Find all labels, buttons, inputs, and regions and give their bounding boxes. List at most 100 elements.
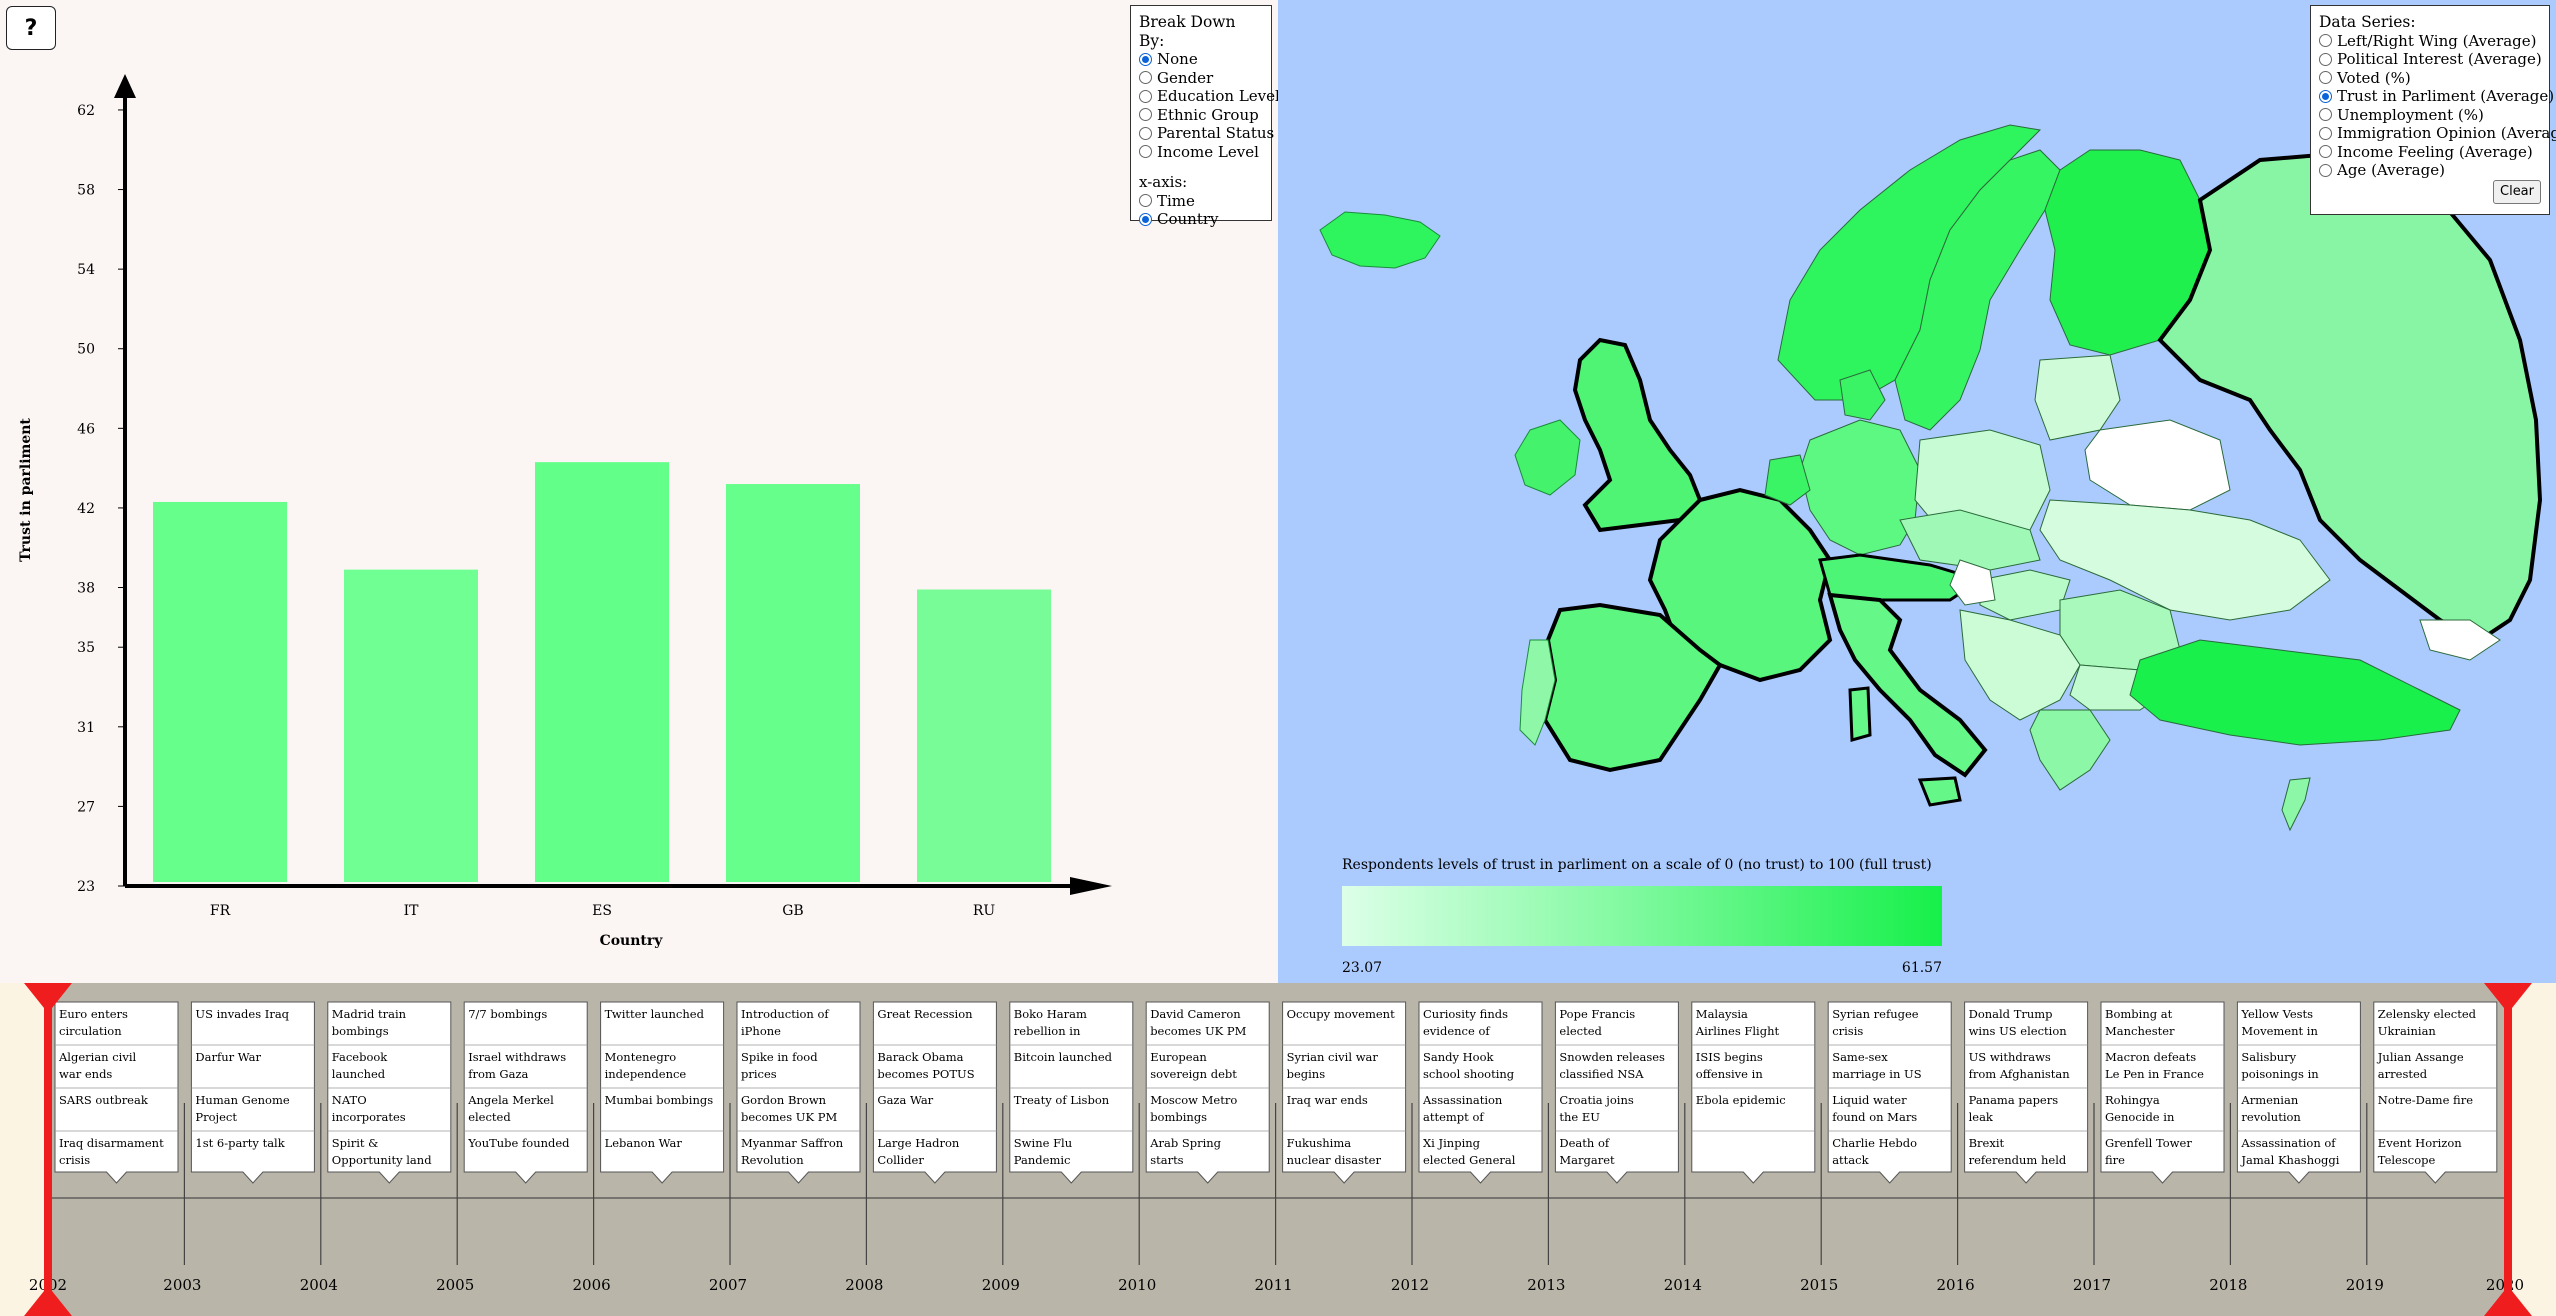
data-series-option-trust-in-parliment-average[interactable]: Trust in Parliment (Average) (2319, 87, 2554, 106)
event-text[interactable]: Great Recession (877, 1007, 973, 1021)
event-text[interactable]: Twitter launched (605, 1007, 705, 1021)
event-text[interactable]: attempt of (1423, 1110, 1484, 1124)
event-text[interactable]: Curiosity finds (1423, 1007, 1508, 1021)
event-text[interactable]: Malaysia (1696, 1007, 1748, 1021)
event-text[interactable]: elected General (1423, 1153, 1516, 1167)
timeline[interactable]: 2002200320042005200620072008200920102011… (0, 983, 2556, 1316)
event-text[interactable]: Rohingya (2105, 1093, 2160, 1107)
event-text[interactable]: Le Pen in France (2105, 1067, 2204, 1081)
data-series-option-income-feeling-average[interactable]: Income Feeling (Average) (2319, 143, 2541, 162)
event-text[interactable]: Ebola epidemic (1696, 1093, 1786, 1107)
country-greece[interactable] (2029, 709, 2111, 791)
xaxis-option-country[interactable]: Country (1139, 210, 1263, 229)
event-text[interactable]: Opportunity land (332, 1153, 432, 1167)
event-card-2019[interactable]: Zelensky elected Ukrainian Julian Assange a… (2373, 1001, 2498, 1184)
event-text[interactable]: Mumbai bombings (605, 1093, 714, 1107)
event-text[interactable]: Occupy movement (1287, 1007, 1395, 1021)
event-text[interactable]: Euro enters (59, 1007, 128, 1021)
event-text[interactable]: Swine Flu (1014, 1136, 1072, 1150)
bar-ru[interactable] (917, 589, 1051, 882)
country-sicily[interactable] (1917, 776, 1962, 807)
breakdown-option-gender[interactable]: Gender (1139, 69, 1263, 88)
event-text[interactable]: Moscow Metro (1150, 1093, 1237, 1107)
event-card-2011[interactable]: Occupy movement Syrian civil war begins Ira… (1282, 1001, 1407, 1184)
event-text[interactable]: Human Genome (195, 1093, 289, 1107)
event-card-2015[interactable]: Syrian refugee crisis Same-sex marriage in … (1827, 1001, 1952, 1184)
radio-button[interactable] (2319, 71, 2332, 85)
event-text[interactable]: Donald Trump (1969, 1007, 2053, 1021)
breakdown-option-education-level[interactable]: Education Level (1139, 87, 1280, 106)
event-text[interactable]: the EU (1559, 1110, 1600, 1124)
data-series-option-immigration-opinion-average[interactable]: Immigration Opinion (Average) (2319, 124, 2556, 143)
event-card-2012[interactable]: Curiosity finds evidence of Sandy Hook scho… (1418, 1001, 1543, 1184)
event-text[interactable]: Salisbury (2241, 1050, 2296, 1064)
event-text[interactable]: becomes UK PM (1150, 1024, 1246, 1038)
bar-gb[interactable] (726, 484, 860, 882)
event-text[interactable]: Event Horizon (2378, 1136, 2462, 1150)
radio-button[interactable] (1139, 108, 1152, 122)
event-card-2008[interactable]: Great Recession Barack Obama becomes POTUS… (872, 1001, 997, 1184)
event-text[interactable]: Madrid train (332, 1007, 407, 1021)
event-card-2005[interactable]: 7/7 bombings Israel withdraws from Gaza Ang… (463, 1001, 588, 1184)
event-text[interactable]: becomes UK PM (741, 1110, 837, 1124)
event-text[interactable]: marriage in US (1832, 1067, 1922, 1081)
event-text[interactable]: Treaty of Lisbon (1014, 1093, 1110, 1107)
event-text[interactable]: Spirit & (332, 1136, 379, 1150)
event-text[interactable]: SARS outbreak (59, 1093, 149, 1107)
event-card-2018[interactable]: Yellow Vests Movement in Salisbury poisonin… (2236, 1001, 2361, 1184)
event-text[interactable]: Jamal Khashoggi (2240, 1153, 2339, 1167)
event-text[interactable]: fire (2105, 1153, 2125, 1167)
country-ireland[interactable] (1514, 419, 1581, 496)
data-series-option-left-right-wing-average[interactable]: Left/Right Wing (Average) (2319, 32, 2541, 51)
event-card-2013[interactable]: Pope Francis elected Snowden releases class… (1554, 1001, 1679, 1184)
event-text[interactable]: Syrian refugee (1832, 1007, 1919, 1021)
event-text[interactable]: Arab Spring (1149, 1136, 1221, 1150)
event-text[interactable]: Collider (877, 1153, 924, 1167)
event-text[interactable]: begins (1287, 1067, 1326, 1081)
event-text[interactable]: European (1150, 1050, 1207, 1064)
country-germany[interactable] (1799, 419, 1921, 556)
event-text[interactable]: poisonings in (2241, 1067, 2319, 1081)
event-text[interactable]: Croatia joins (1559, 1093, 1633, 1107)
event-text[interactable]: Brexit (1969, 1136, 2005, 1150)
event-text[interactable]: rebellion in (1014, 1024, 1081, 1038)
event-card-2016[interactable]: Donald Trump wins US election US withdraws… (1964, 1001, 2089, 1184)
event-text[interactable]: Facebook (332, 1050, 389, 1064)
event-text[interactable]: becomes POTUS (877, 1067, 974, 1081)
bar-it[interactable] (344, 569, 478, 882)
event-text[interactable]: Gaza War (877, 1093, 933, 1107)
radio-button[interactable] (2319, 108, 2332, 122)
data-series-option-voted[interactable]: Voted (%) (2319, 69, 2541, 88)
event-text[interactable]: elected (468, 1110, 511, 1124)
event-text[interactable]: ISIS begins (1696, 1050, 1763, 1064)
event-card-2004[interactable]: Madrid train bombings Facebook launched NATO… (327, 1001, 452, 1184)
radio-button[interactable] (1139, 52, 1152, 66)
event-text[interactable]: Panama papers (1969, 1093, 2059, 1107)
country-sardinia[interactable] (1848, 686, 1872, 742)
xaxis-option-time[interactable]: Time (1139, 192, 1263, 211)
event-text[interactable]: crisis (1832, 1024, 1863, 1038)
event-text[interactable]: 7/7 bombings (468, 1007, 547, 1021)
event-text[interactable]: Pandemic (1014, 1153, 1071, 1167)
event-text[interactable]: Airlines Flight (1695, 1024, 1780, 1038)
event-text[interactable]: US withdraws (1969, 1050, 2051, 1064)
radio-button[interactable] (1139, 194, 1152, 208)
event-text[interactable]: Ukrainian (2378, 1024, 2437, 1038)
event-text[interactable]: US invades Iraq (195, 1007, 289, 1021)
event-text[interactable]: elected (1559, 1024, 1602, 1038)
data-series-option-political-interest-average[interactable]: Political Interest (Average) (2319, 50, 2542, 69)
event-text[interactable]: from Gaza (468, 1067, 528, 1081)
data-series-option-unemployment[interactable]: Unemployment (%) (2319, 106, 2541, 125)
country-iceland[interactable] (1319, 211, 1441, 269)
event-text[interactable]: Macron defeats (2105, 1050, 2196, 1064)
event-card-2014[interactable]: Malaysia Airlines Flight ISIS begins offens… (1691, 1001, 1816, 1184)
clear-button[interactable]: Clear (2493, 179, 2541, 204)
event-text[interactable]: Assassination (1422, 1093, 1503, 1107)
event-text[interactable]: Introduction of (741, 1007, 829, 1021)
event-text[interactable]: classified NSA (1559, 1067, 1644, 1081)
event-text[interactable]: Fukushima (1287, 1136, 1352, 1150)
radio-button[interactable] (1139, 89, 1152, 103)
event-text[interactable]: Manchester (2105, 1024, 2175, 1038)
event-text[interactable]: Montenegro (605, 1050, 677, 1064)
event-text[interactable]: Bombing at (2105, 1007, 2173, 1021)
